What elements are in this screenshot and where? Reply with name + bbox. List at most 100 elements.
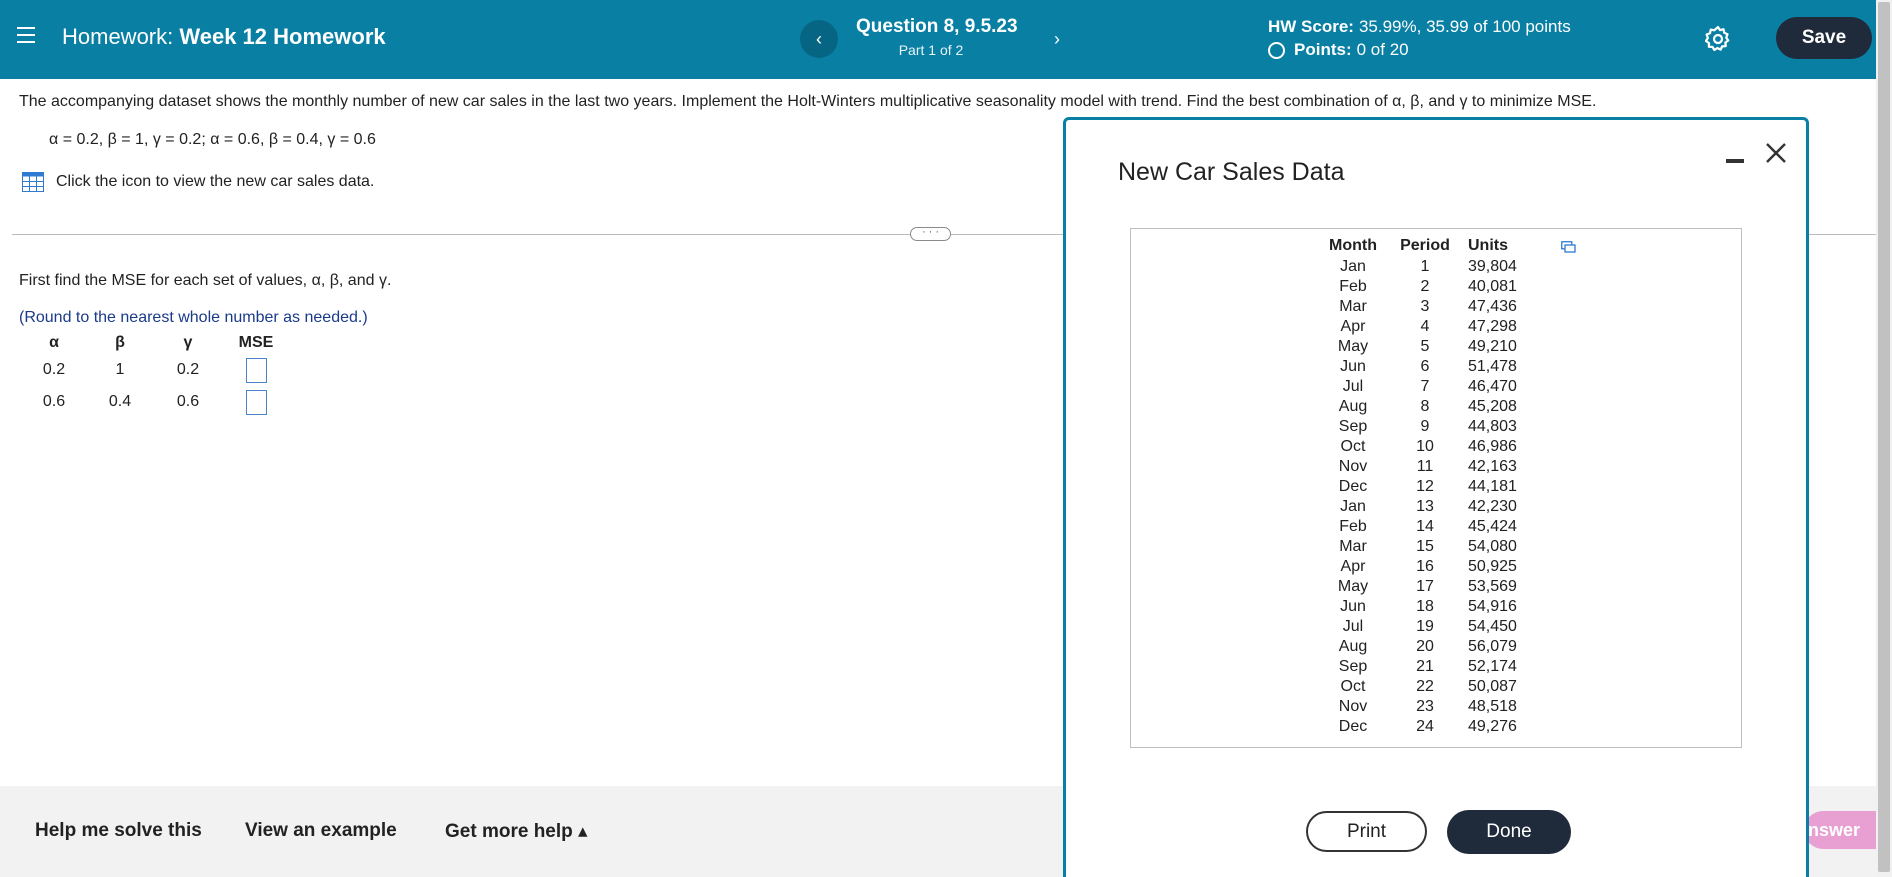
instruction-text: First find the MSE for each set of value… xyxy=(19,272,392,289)
rounding-note: (Round to the nearest whole number as ne… xyxy=(19,309,368,326)
period-cell: 22 xyxy=(1416,678,1434,695)
beta-value: 1 xyxy=(115,361,125,378)
units-cell: 42,163 xyxy=(1468,458,1517,475)
period-cell: 19 xyxy=(1416,618,1434,635)
help-me-solve-button[interactable]: Help me solve this xyxy=(35,820,202,842)
units-cell: 40,081 xyxy=(1468,278,1517,295)
table-row: Sep 9 44,803 xyxy=(1318,417,1532,437)
units-cell: 52,174 xyxy=(1468,658,1517,675)
month-cell: Apr xyxy=(1340,558,1366,575)
month-cell: Apr xyxy=(1340,318,1366,335)
homework-title: Homework: Week 12 Homework xyxy=(62,24,386,50)
header-beta: β xyxy=(115,334,125,351)
month-cell: Jul xyxy=(1342,378,1364,395)
hamburger-menu-icon[interactable] xyxy=(17,27,35,43)
scrollbar-thumb[interactable] xyxy=(1878,2,1890,872)
page-scrollbar[interactable] xyxy=(1876,0,1892,877)
units-cell: 49,276 xyxy=(1468,718,1517,735)
month-cell: Sep xyxy=(1338,418,1368,435)
period-cell: 10 xyxy=(1416,438,1434,455)
data-table-body: Jan 1 39,804 Feb 2 40,081 Mar 3 47,436 Apr 4 47,298… xyxy=(1318,257,1532,737)
table-row: Nov 23 48,518 xyxy=(1318,697,1532,717)
table-row: Feb 2 40,081 xyxy=(1318,277,1532,297)
copy-to-clipboard-icon[interactable] xyxy=(1561,241,1576,253)
period-cell: 12 xyxy=(1416,478,1434,495)
table-row: 0.2 1 0.2 xyxy=(22,354,290,386)
period-cell: 20 xyxy=(1416,638,1434,655)
period-cell: 14 xyxy=(1416,518,1434,535)
month-cell: Feb xyxy=(1339,518,1367,535)
view-data-link-text[interactable]: Click the icon to view the new car sales… xyxy=(56,173,374,191)
period-cell: 9 xyxy=(1420,418,1430,435)
units-cell: 47,298 xyxy=(1468,318,1517,335)
header-month: Month xyxy=(1329,237,1377,254)
print-button[interactable]: Print xyxy=(1306,811,1427,852)
units-cell: 47,436 xyxy=(1468,298,1517,315)
mse-answer-input-1[interactable] xyxy=(245,357,267,383)
save-button[interactable]: Save xyxy=(1776,17,1872,59)
homework-title-prefix: Homework: xyxy=(62,24,174,49)
table-row: Feb 14 45,424 xyxy=(1318,517,1532,537)
gamma-value: 0.2 xyxy=(176,361,200,378)
month-cell: Nov xyxy=(1338,458,1368,475)
period-cell: 3 xyxy=(1420,298,1430,315)
gamma-value: 0.6 xyxy=(176,393,200,410)
month-cell: Jun xyxy=(1340,598,1366,615)
check-answer-button[interactable]: nswer xyxy=(1804,811,1876,849)
table-row: May 17 53,569 xyxy=(1318,577,1532,597)
header-mse: MSE xyxy=(238,334,274,351)
view-example-button[interactable]: View an example xyxy=(245,820,397,842)
units-cell: 50,925 xyxy=(1468,558,1517,575)
month-cell: May xyxy=(1337,578,1369,595)
units-cell: 49,210 xyxy=(1468,338,1517,355)
month-cell: Jun xyxy=(1340,358,1366,375)
mse-cell xyxy=(222,354,290,386)
done-button[interactable]: Done xyxy=(1447,810,1571,854)
units-cell: 51,478 xyxy=(1468,358,1517,375)
units-cell: 56,079 xyxy=(1468,638,1517,655)
next-question-button[interactable]: › xyxy=(1038,20,1076,58)
expand-ellipsis-button[interactable]: · · · xyxy=(910,227,951,241)
period-cell: 8 xyxy=(1420,398,1430,415)
month-cell: Jan xyxy=(1340,498,1366,515)
mse-cell xyxy=(222,386,290,418)
points-circle-icon xyxy=(1268,41,1285,59)
new-car-sales-dialog: New Car Sales Data Month Period Units Ja… xyxy=(1063,117,1809,877)
units-cell: 45,208 xyxy=(1468,398,1517,415)
period-cell: 15 xyxy=(1416,538,1434,555)
units-cell: 54,916 xyxy=(1468,598,1517,615)
mse-answer-table: α β γ MSE 0.2 1 0.2 0.6 0.4 0.6 xyxy=(22,332,290,418)
month-cell: Feb xyxy=(1339,278,1367,295)
points-value: 0 of 20 xyxy=(1356,40,1409,59)
table-row: Jan 1 39,804 xyxy=(1318,257,1532,277)
minimize-icon[interactable] xyxy=(1726,152,1744,170)
alpha-value: 0.6 xyxy=(42,393,66,410)
previous-question-button[interactable]: ‹ xyxy=(800,20,838,58)
month-cell: Sep xyxy=(1338,658,1368,675)
view-data-link[interactable]: Click the icon to view the new car sales… xyxy=(22,172,374,192)
data-table-frame: Month Period Units Jan 1 39,804 Feb 2 40,081 M… xyxy=(1130,228,1742,748)
period-cell: 6 xyxy=(1420,358,1430,375)
homework-title-name: Week 12 Homework xyxy=(179,24,386,49)
dialog-title: New Car Sales Data xyxy=(1118,158,1345,186)
table-grid-icon[interactable] xyxy=(22,172,44,192)
mse-answer-input-2[interactable] xyxy=(245,389,267,415)
period-cell: 18 xyxy=(1416,598,1434,615)
table-row: Mar 15 54,080 xyxy=(1318,537,1532,557)
month-cell: Aug xyxy=(1338,398,1368,415)
units-cell: 53,569 xyxy=(1468,578,1517,595)
units-cell: 50,087 xyxy=(1468,678,1517,695)
chevron-left-icon: ‹ xyxy=(816,28,822,49)
header-period: Period xyxy=(1400,237,1450,254)
header-alpha: α xyxy=(49,334,59,351)
header-units: Units xyxy=(1468,237,1508,254)
month-cell: Dec xyxy=(1338,478,1368,495)
table-row: Dec 12 44,181 xyxy=(1318,477,1532,497)
get-more-help-button[interactable]: Get more help ▴ xyxy=(445,820,588,843)
close-icon[interactable] xyxy=(1763,140,1789,166)
period-cell: 5 xyxy=(1420,338,1430,355)
period-cell: 23 xyxy=(1416,698,1434,715)
gear-icon[interactable] xyxy=(1703,24,1733,54)
table-row: Mar 3 47,436 xyxy=(1318,297,1532,317)
hw-score-value: 35.99%, 35.99 of 100 points xyxy=(1358,17,1571,36)
